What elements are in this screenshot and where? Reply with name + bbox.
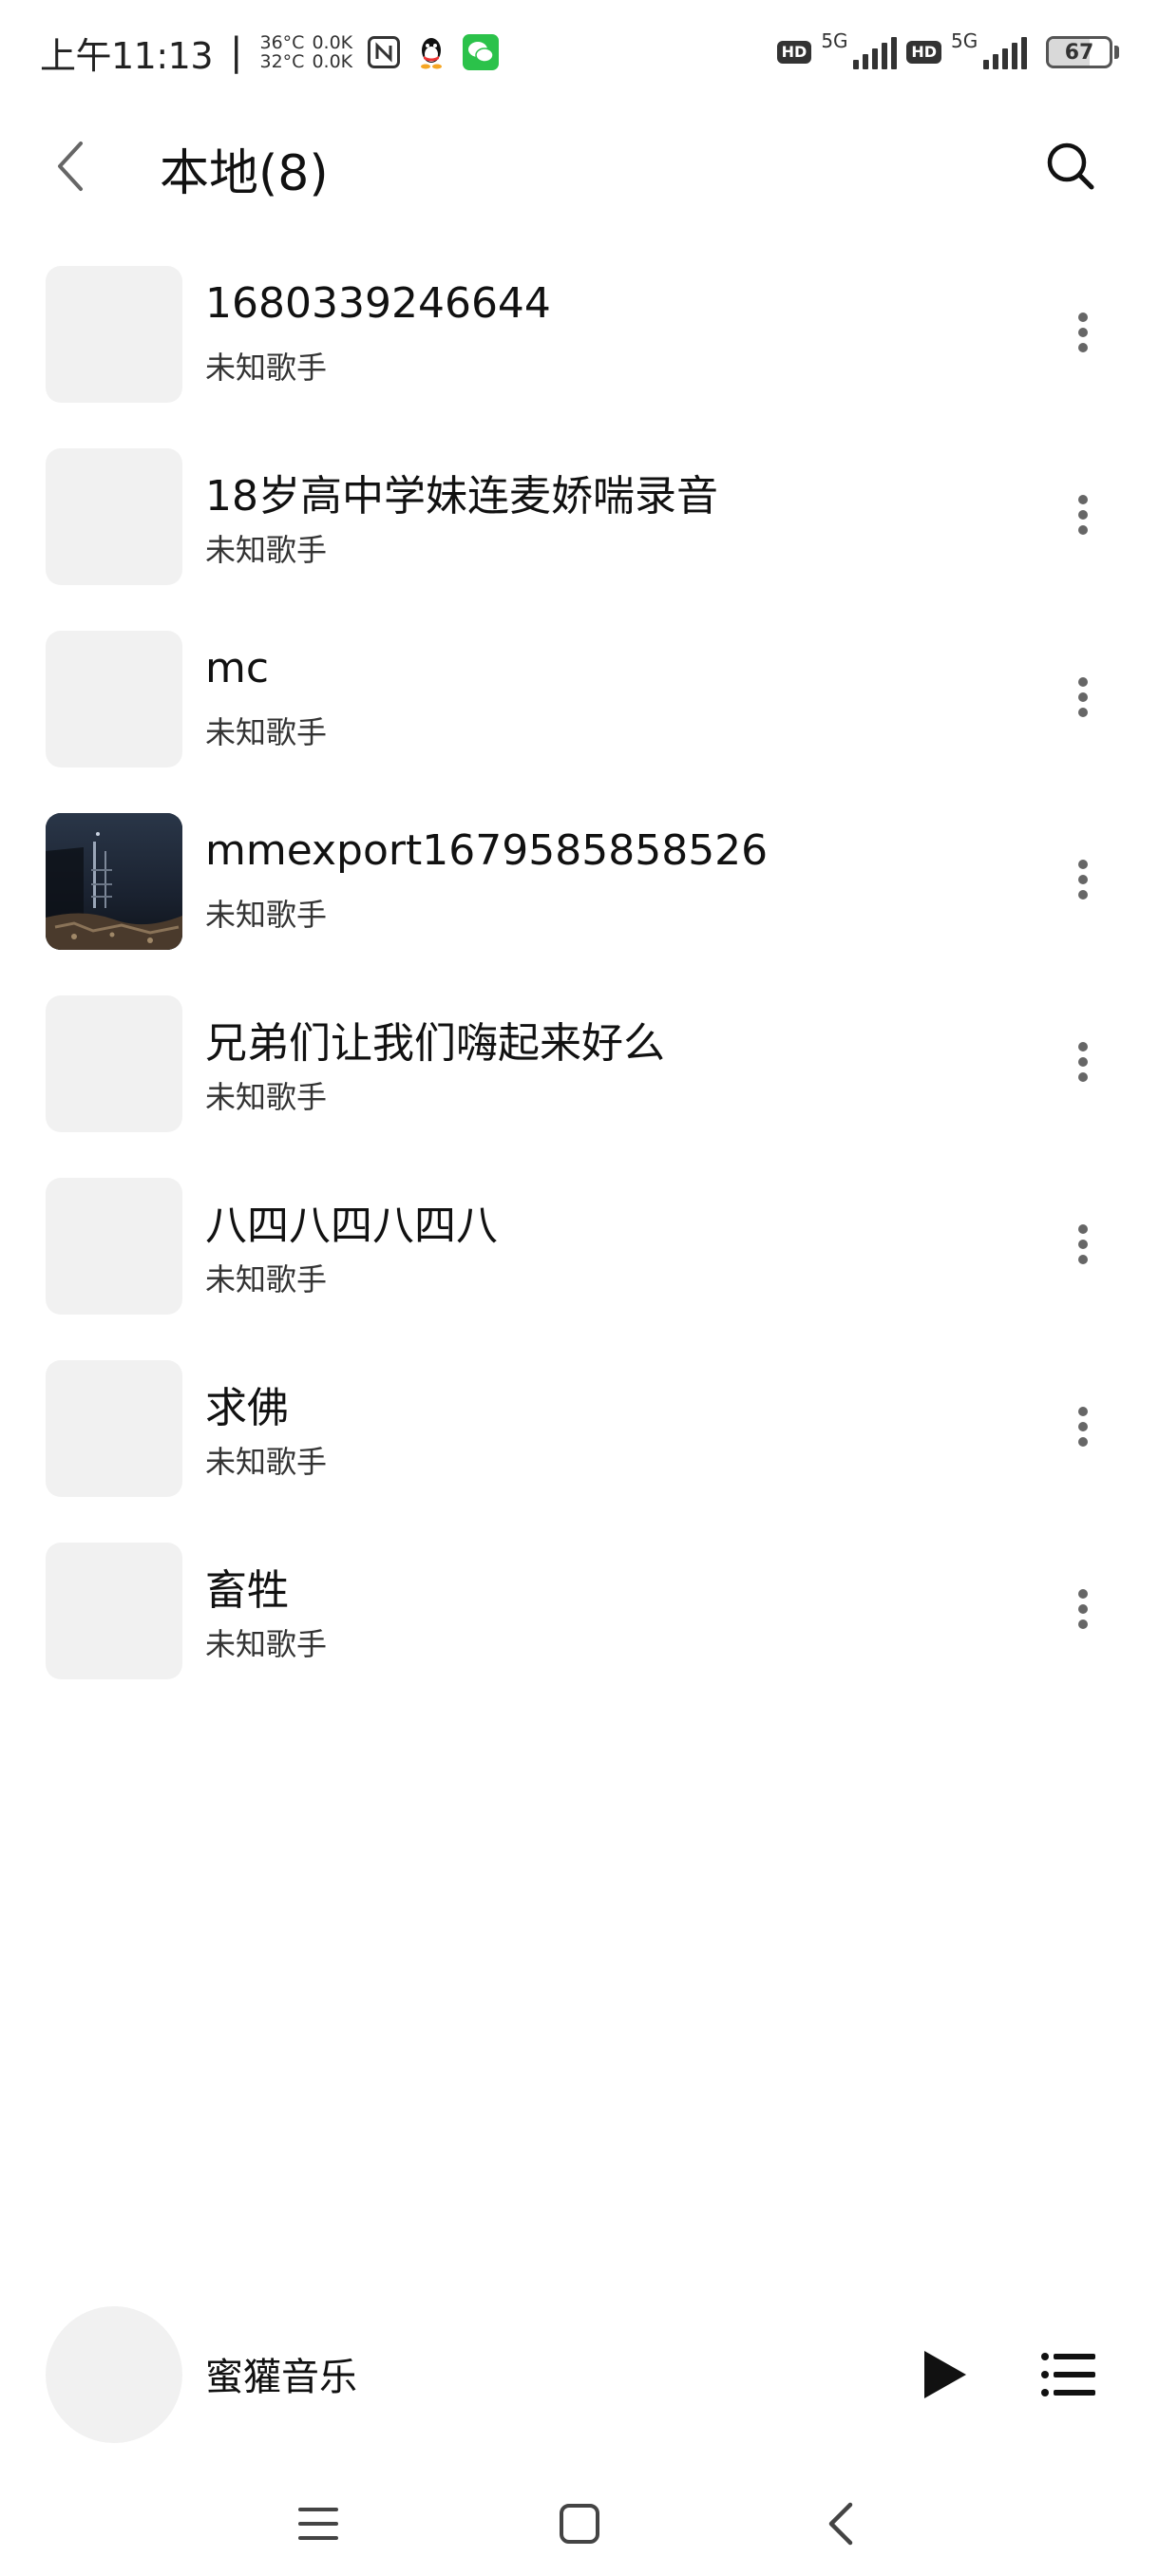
home-icon xyxy=(560,2504,599,2544)
song-list: 1680339246644 未知歌手 18岁高中学妹连麦娇喘录音 未知歌手 mc… xyxy=(0,256,1159,1715)
more-button[interactable] xyxy=(1054,477,1112,553)
more-button[interactable] xyxy=(1054,842,1112,918)
status-bar: 上午11:13 | 36°C 0.0K 32°C 0.0K HD 5G HD 5… xyxy=(0,0,1159,104)
song-cover xyxy=(46,448,182,585)
song-artist: 未知歌手 xyxy=(205,532,328,568)
list-item[interactable]: 求佛 未知歌手 xyxy=(0,1351,1159,1533)
song-cover xyxy=(46,1178,182,1315)
song-cover xyxy=(46,995,182,1132)
more-vertical-icon xyxy=(1078,677,1088,717)
back-icon xyxy=(828,2502,853,2546)
more-vertical-icon xyxy=(1078,860,1088,900)
sim2-signal-icon: 5G xyxy=(951,29,1027,73)
more-button[interactable] xyxy=(1054,294,1112,370)
more-button[interactable] xyxy=(1054,1571,1112,1647)
play-button[interactable] xyxy=(907,2337,983,2413)
nav-back-button[interactable] xyxy=(808,2491,874,2557)
song-artist: 未知歌手 xyxy=(205,1626,328,1662)
list-item[interactable]: 1680339246644 未知歌手 xyxy=(0,256,1159,439)
more-button[interactable] xyxy=(1054,1389,1112,1465)
more-button[interactable] xyxy=(1054,659,1112,735)
chevron-left-icon xyxy=(58,142,83,191)
more-vertical-icon xyxy=(1078,1589,1088,1629)
sim2-network-label: 5G xyxy=(951,29,978,52)
play-icon xyxy=(924,2351,966,2398)
more-vertical-icon xyxy=(1078,1407,1088,1447)
playlist-button[interactable] xyxy=(1031,2337,1107,2413)
battery-icon: 67 xyxy=(1046,36,1119,68)
playlist-icon xyxy=(1041,2353,1095,2396)
more-vertical-icon xyxy=(1078,495,1088,535)
more-vertical-icon xyxy=(1078,1224,1088,1264)
header: 本地(8) xyxy=(0,114,1159,218)
song-title: 畜牲 xyxy=(205,1566,289,1615)
song-artist: 未知歌手 xyxy=(205,897,328,933)
status-stats: 36°C 0.0K 32°C 0.0K xyxy=(260,33,353,71)
sim1-network-label: 5G xyxy=(821,29,848,52)
wechat-icon xyxy=(463,34,500,70)
more-vertical-icon xyxy=(1078,1042,1088,1082)
mini-player[interactable]: 蜜獾音乐 xyxy=(0,2299,1159,2451)
song-title: 兄弟们让我们嗨起来好么 xyxy=(205,1019,665,1068)
song-title: mc xyxy=(205,644,270,692)
status-time: 上午11:13 xyxy=(40,34,214,77)
song-artist: 未知歌手 xyxy=(205,350,328,386)
status-temp-top: 36°C xyxy=(259,32,305,53)
song-title: 求佛 xyxy=(205,1384,289,1432)
song-title: 18岁高中学妹连麦娇喘录音 xyxy=(205,472,718,521)
search-button[interactable] xyxy=(1039,135,1102,198)
more-button[interactable] xyxy=(1054,1024,1112,1100)
status-bar-right: HD 5G HD 5G 67 xyxy=(776,29,1119,73)
song-cover xyxy=(46,1360,182,1497)
battery-level: 67 xyxy=(1064,40,1094,65)
status-separator: | xyxy=(230,30,243,74)
song-artist: 未知歌手 xyxy=(205,1079,328,1115)
status-bar-left: 上午11:13 | 36°C 0.0K 32°C 0.0K xyxy=(40,27,500,79)
song-artist: 未知歌手 xyxy=(205,1444,328,1480)
status-speed-bottom: 0.0K xyxy=(312,51,353,72)
screen: 上午11:13 | 36°C 0.0K 32°C 0.0K HD 5G HD 5… xyxy=(0,0,1159,2576)
system-nav-bar xyxy=(0,2470,1159,2576)
search-icon xyxy=(1047,142,1094,190)
song-artist: 未知歌手 xyxy=(205,1261,328,1297)
song-cover-image xyxy=(46,813,182,950)
status-stat-row-bottom: 32°C 0.0K xyxy=(260,52,353,71)
player-cover xyxy=(46,2306,182,2443)
song-cover xyxy=(46,266,182,403)
more-vertical-icon xyxy=(1078,313,1088,352)
sim1-hd-badge: HD xyxy=(776,41,812,64)
home-button[interactable] xyxy=(546,2491,613,2557)
sim1-signal-icon: 5G xyxy=(821,29,898,73)
page-title: 本地(8) xyxy=(160,145,329,202)
qq-icon xyxy=(415,34,447,70)
status-stat-row-top: 36°C 0.0K xyxy=(260,33,353,52)
menu-icon xyxy=(298,2508,338,2540)
sim2-hd-badge: HD xyxy=(906,41,941,64)
song-title: 1680339246644 xyxy=(205,279,551,328)
list-item[interactable]: 18岁高中学妹连麦娇喘录音 未知歌手 xyxy=(0,439,1159,621)
player-name: 蜜獾音乐 xyxy=(205,2356,357,2399)
song-cover xyxy=(46,1543,182,1679)
list-item[interactable]: 兄弟们让我们嗨起来好么 未知歌手 xyxy=(0,986,1159,1168)
list-item[interactable]: mmexport1679585858526 未知歌手 xyxy=(0,804,1159,986)
nfc-icon xyxy=(368,36,401,68)
recent-apps-button[interactable] xyxy=(285,2491,352,2557)
more-button[interactable] xyxy=(1054,1206,1112,1282)
song-cover xyxy=(46,631,182,767)
status-speed-top: 0.0K xyxy=(312,32,353,53)
song-title: mmexport1679585858526 xyxy=(205,826,769,875)
list-item[interactable]: 畜牲 未知歌手 xyxy=(0,1533,1159,1715)
list-item[interactable]: 八四八四八四八 未知歌手 xyxy=(0,1168,1159,1351)
song-artist: 未知歌手 xyxy=(205,714,328,750)
song-title: 八四八四八四八 xyxy=(205,1202,498,1250)
status-temp-bottom: 32°C xyxy=(259,51,305,72)
list-item[interactable]: mc 未知歌手 xyxy=(0,621,1159,804)
back-button[interactable] xyxy=(42,137,101,196)
